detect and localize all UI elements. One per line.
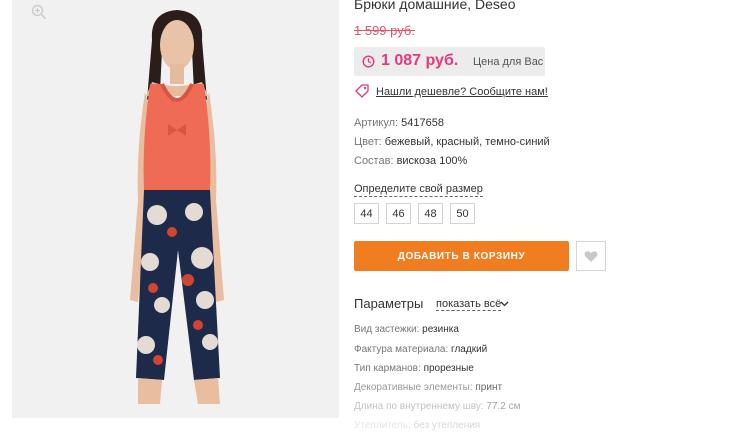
- article-label: Артикул:: [354, 117, 399, 129]
- size-option[interactable]: 44: [354, 203, 379, 224]
- param-label: Тип карманов:: [354, 363, 421, 374]
- product-title: Брюки домашние, Deseo: [354, 0, 516, 12]
- article-row: Артикул: 5417658: [354, 117, 444, 129]
- param-value: 77.2 см: [486, 401, 521, 412]
- composition-value: вискоза 100%: [396, 155, 468, 167]
- param-label: Фактура материала:: [354, 344, 449, 355]
- composition-row: Состав: вискоза 100%: [354, 155, 467, 167]
- old-price: 1 599 руб.: [354, 23, 415, 38]
- model-image: [130, 10, 224, 404]
- size-selector: 44 46 48 50: [354, 203, 475, 224]
- article-value: 5417658: [401, 117, 444, 129]
- param-value: принт: [475, 382, 503, 393]
- param-value: без утепления: [413, 420, 481, 431]
- favorite-button[interactable]: [576, 241, 606, 271]
- param-row: Декоративные элементы: принт: [354, 382, 502, 393]
- param-row: Утеплитель: без утепления: [354, 420, 480, 431]
- param-row: Вид застежки: резинка: [354, 324, 459, 335]
- param-label: Декоративные элементы:: [354, 382, 473, 393]
- composition-label: Состав:: [354, 155, 394, 167]
- param-value: прорезные: [423, 363, 474, 374]
- param-row: Тип карманов: прорезные: [354, 363, 474, 374]
- param-value: резинка: [422, 324, 459, 335]
- param-label: Вид застежки:: [354, 324, 420, 335]
- price-note: Цена для Вас: [473, 56, 544, 68]
- add-to-cart-button[interactable]: ДОБАВИТЬ В КОРЗИНУ: [354, 241, 569, 271]
- chevron-down-icon[interactable]: [500, 299, 509, 308]
- color-value: бежевый, красный, темно-синий: [384, 136, 550, 148]
- param-label: Утеплитель:: [354, 420, 411, 431]
- price-tag-icon: [355, 84, 369, 98]
- size-option[interactable]: 50: [450, 203, 475, 224]
- param-label: Длина по внутреннему шву:: [354, 401, 484, 412]
- product-photo[interactable]: [12, 0, 339, 418]
- cheaper-link[interactable]: Нашли дешевле? Сообщите нам!: [376, 86, 548, 98]
- param-row: Длина по внутреннему шву: 77.2 см: [354, 401, 521, 412]
- param-value: гладкий: [451, 344, 488, 355]
- size-guide-link[interactable]: Определите свой размер: [354, 183, 483, 197]
- params-title: Параметры: [354, 296, 424, 311]
- price-box: 1 087 руб. Цена для Вас: [354, 47, 545, 76]
- clock-icon: [362, 55, 375, 68]
- size-option[interactable]: 48: [418, 203, 443, 224]
- heart-icon: [584, 250, 598, 262]
- size-option[interactable]: 46: [386, 203, 411, 224]
- current-price: 1 087 руб.: [381, 52, 459, 69]
- color-row: Цвет: бежевый, красный, темно-синий: [354, 136, 550, 148]
- show-all-link[interactable]: показать всё: [436, 298, 502, 311]
- param-row: Фактура материала: гладкий: [354, 344, 487, 355]
- color-label: Цвет:: [354, 136, 382, 148]
